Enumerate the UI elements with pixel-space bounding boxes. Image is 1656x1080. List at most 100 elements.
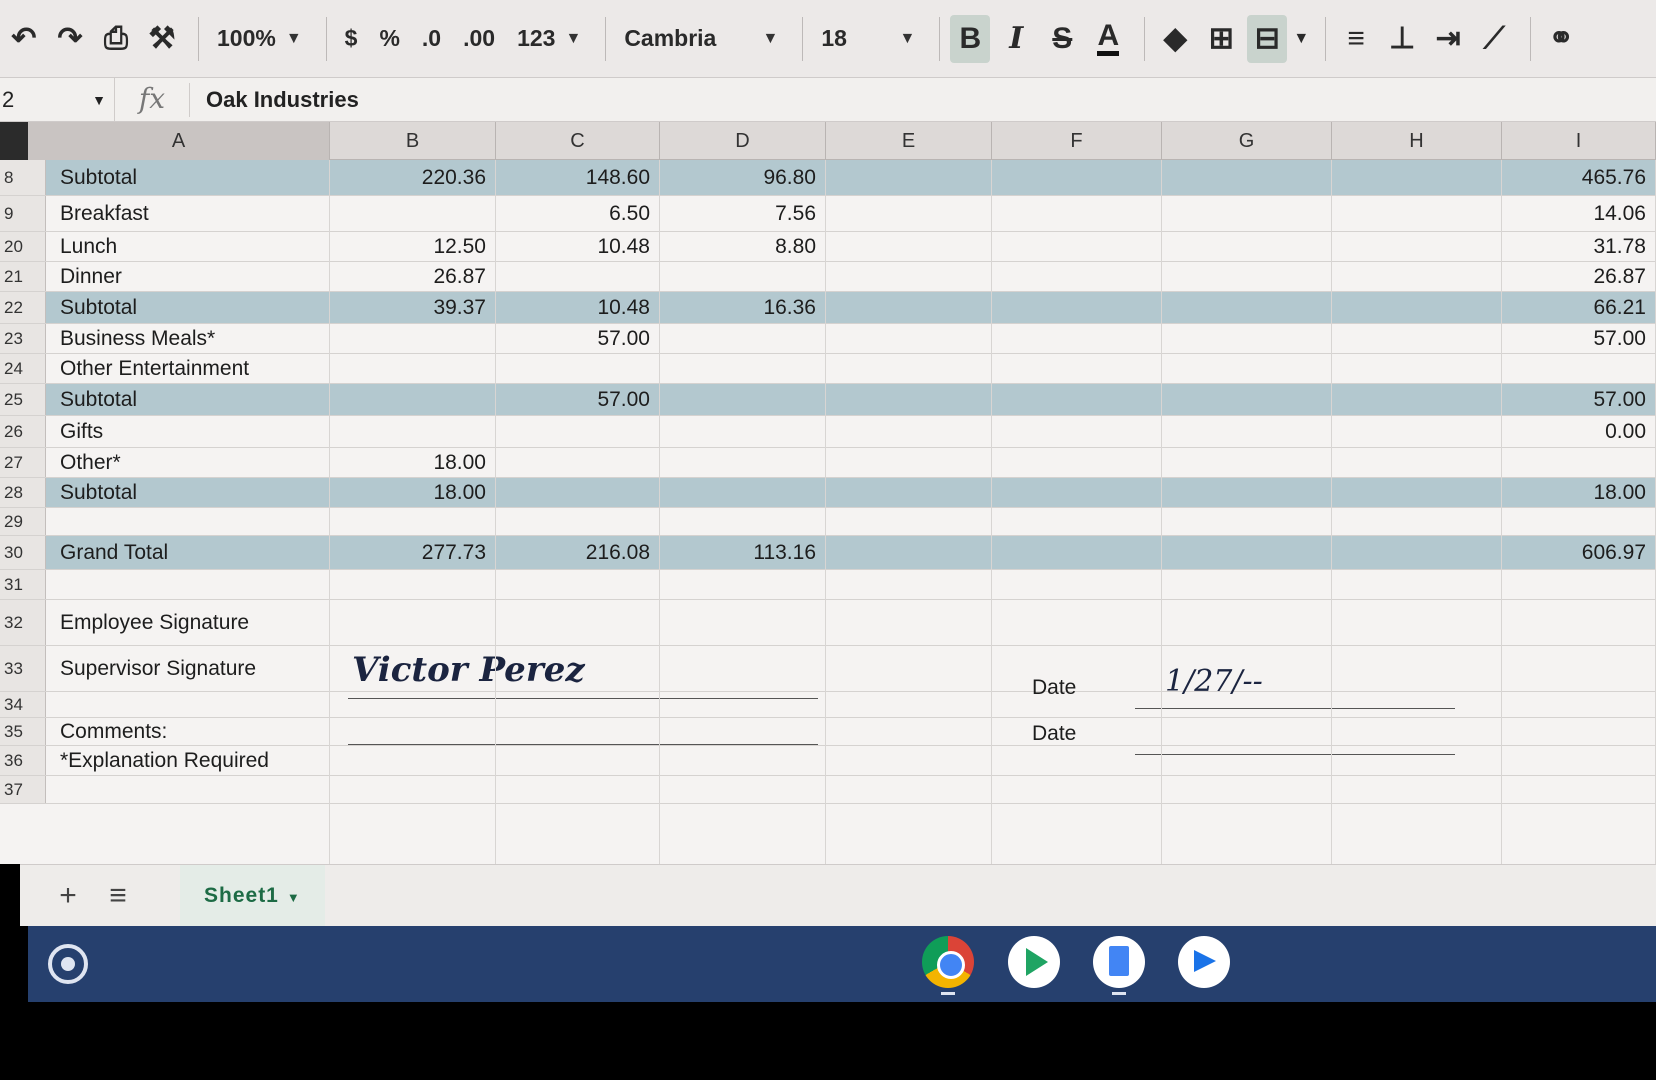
text-wrap-icon[interactable]: ⇥ — [1428, 15, 1468, 63]
column-header-f[interactable]: F — [992, 122, 1162, 160]
row-header[interactable]: 35 — [0, 718, 46, 745]
cell-b[interactable]: 39.37 — [330, 292, 496, 323]
more-formats-button[interactable]: 123 ▼ — [509, 15, 589, 63]
cell-i[interactable] — [1502, 354, 1656, 383]
horizontal-align-icon[interactable]: ≡ — [1336, 15, 1376, 63]
undo-icon[interactable]: ↶ — [4, 15, 44, 63]
cell-b[interactable]: 18.00 — [330, 448, 496, 477]
cell-a[interactable]: Gifts — [54, 416, 330, 447]
cell-b[interactable] — [330, 718, 496, 745]
row-header[interactable]: 23 — [0, 324, 46, 353]
print-icon[interactable]: ⎙ — [96, 15, 136, 63]
cell-c[interactable] — [496, 508, 660, 535]
cell-c[interactable]: 6.50 — [496, 196, 660, 231]
cell-i[interactable]: 57.00 — [1502, 384, 1656, 415]
paint-format-icon[interactable]: ⚒ — [142, 15, 182, 63]
font-size-select[interactable]: 18 ▼ — [813, 15, 923, 63]
cell-c[interactable]: 148.60 — [496, 160, 660, 195]
row-header[interactable]: 36 — [0, 746, 46, 775]
cell-i[interactable]: 66.21 — [1502, 292, 1656, 323]
cell-i[interactable] — [1502, 508, 1656, 535]
cell-i[interactable]: 465.76 — [1502, 160, 1656, 195]
cell-d[interactable] — [660, 478, 826, 507]
cell-b[interactable] — [330, 416, 496, 447]
cell-a[interactable]: Other* — [54, 448, 330, 477]
cell-i[interactable] — [1502, 600, 1656, 645]
cell-d[interactable]: 8.80 — [660, 232, 826, 261]
column-header-h[interactable]: H — [1332, 122, 1502, 160]
strikethrough-button[interactable]: S — [1042, 15, 1082, 63]
cell-c[interactable] — [496, 746, 660, 775]
row-header[interactable]: 25 — [0, 384, 46, 415]
cell-b[interactable]: 26.87 — [330, 262, 496, 291]
cell-a[interactable]: Lunch — [54, 232, 330, 261]
cell-c[interactable] — [496, 262, 660, 291]
cell-b[interactable] — [330, 600, 496, 645]
cell-c[interactable]: 10.48 — [496, 232, 660, 261]
cell-a[interactable] — [54, 508, 330, 535]
cell-c[interactable] — [496, 416, 660, 447]
cell-d[interactable] — [660, 718, 826, 745]
row-header[interactable]: 20 — [0, 232, 46, 261]
cell-b[interactable] — [330, 570, 496, 599]
insert-link-icon[interactable]: ⚭ — [1541, 15, 1581, 63]
row-header[interactable]: 31 — [0, 570, 46, 599]
cell-a[interactable]: Grand Total — [54, 536, 330, 569]
column-header-c[interactable]: C — [496, 122, 660, 160]
cell-d[interactable]: 96.80 — [660, 160, 826, 195]
column-header-e[interactable]: E — [826, 122, 992, 160]
formula-input[interactable]: Oak Industries — [190, 87, 359, 113]
cell-d[interactable] — [660, 448, 826, 477]
row-header[interactable]: 27 — [0, 448, 46, 477]
row-header[interactable]: 9 — [0, 196, 46, 231]
row-header[interactable]: 37 — [0, 776, 46, 803]
cell-a[interactable]: Subtotal — [54, 292, 330, 323]
cell-i[interactable] — [1502, 776, 1656, 803]
cell-d[interactable] — [660, 570, 826, 599]
cell-a[interactable] — [54, 692, 330, 717]
cell-a[interactable]: Employee Signature — [54, 600, 330, 645]
cell-c[interactable] — [496, 776, 660, 803]
cell-c[interactable]: 57.00 — [496, 324, 660, 353]
cell-a[interactable]: *Explanation Required — [54, 746, 330, 775]
cell-d[interactable] — [660, 600, 826, 645]
cell-i[interactable] — [1502, 646, 1656, 691]
cell-i[interactable]: 31.78 — [1502, 232, 1656, 261]
cell-i[interactable] — [1502, 692, 1656, 717]
cell-i[interactable]: 14.06 — [1502, 196, 1656, 231]
column-header-i[interactable]: I — [1502, 122, 1656, 160]
select-all-corner[interactable] — [0, 122, 28, 160]
cell-d[interactable]: 7.56 — [660, 196, 826, 231]
cell-a[interactable]: Dinner — [54, 262, 330, 291]
redo-icon[interactable]: ↷ — [50, 15, 90, 63]
add-sheet-button[interactable]: + — [46, 879, 90, 913]
merge-cells-icon[interactable]: ⊟ — [1247, 14, 1288, 63]
borders-icon[interactable]: ⊞ — [1201, 15, 1241, 63]
row-header[interactable]: 29 — [0, 508, 46, 535]
text-color-button[interactable]: A — [1088, 15, 1128, 63]
row-header[interactable]: 21 — [0, 262, 46, 291]
cell-b[interactable] — [330, 196, 496, 231]
name-box[interactable]: 2 ▼ — [0, 77, 115, 122]
cell-a[interactable]: Subtotal — [54, 160, 330, 195]
cell-a[interactable]: Other Entertainment — [54, 354, 330, 383]
cell-i[interactable]: 18.00 — [1502, 478, 1656, 507]
cell-c[interactable] — [496, 570, 660, 599]
cell-c[interactable] — [496, 448, 660, 477]
cell-a[interactable] — [54, 570, 330, 599]
chrome-icon[interactable] — [922, 936, 974, 988]
cell-b[interactable]: 12.50 — [330, 232, 496, 261]
cell-d[interactable] — [660, 384, 826, 415]
cell-a[interactable]: Subtotal — [54, 478, 330, 507]
cell-c[interactable] — [496, 478, 660, 507]
bold-button[interactable]: B — [950, 14, 991, 63]
cell-i[interactable] — [1502, 746, 1656, 775]
cell-c[interactable] — [496, 718, 660, 745]
column-header-g[interactable]: G — [1162, 122, 1332, 160]
cell-c[interactable] — [496, 692, 660, 717]
launcher-icon[interactable] — [48, 944, 88, 984]
cell-d[interactable] — [660, 646, 826, 691]
zoom-select[interactable]: 100% ▼ — [209, 15, 310, 63]
cell-b[interactable]: 220.36 — [330, 160, 496, 195]
spreadsheet-grid[interactable]: ABCDEFGHI 8 Subtotal 220.36 148.60 96.80 465.… — [0, 122, 1656, 864]
